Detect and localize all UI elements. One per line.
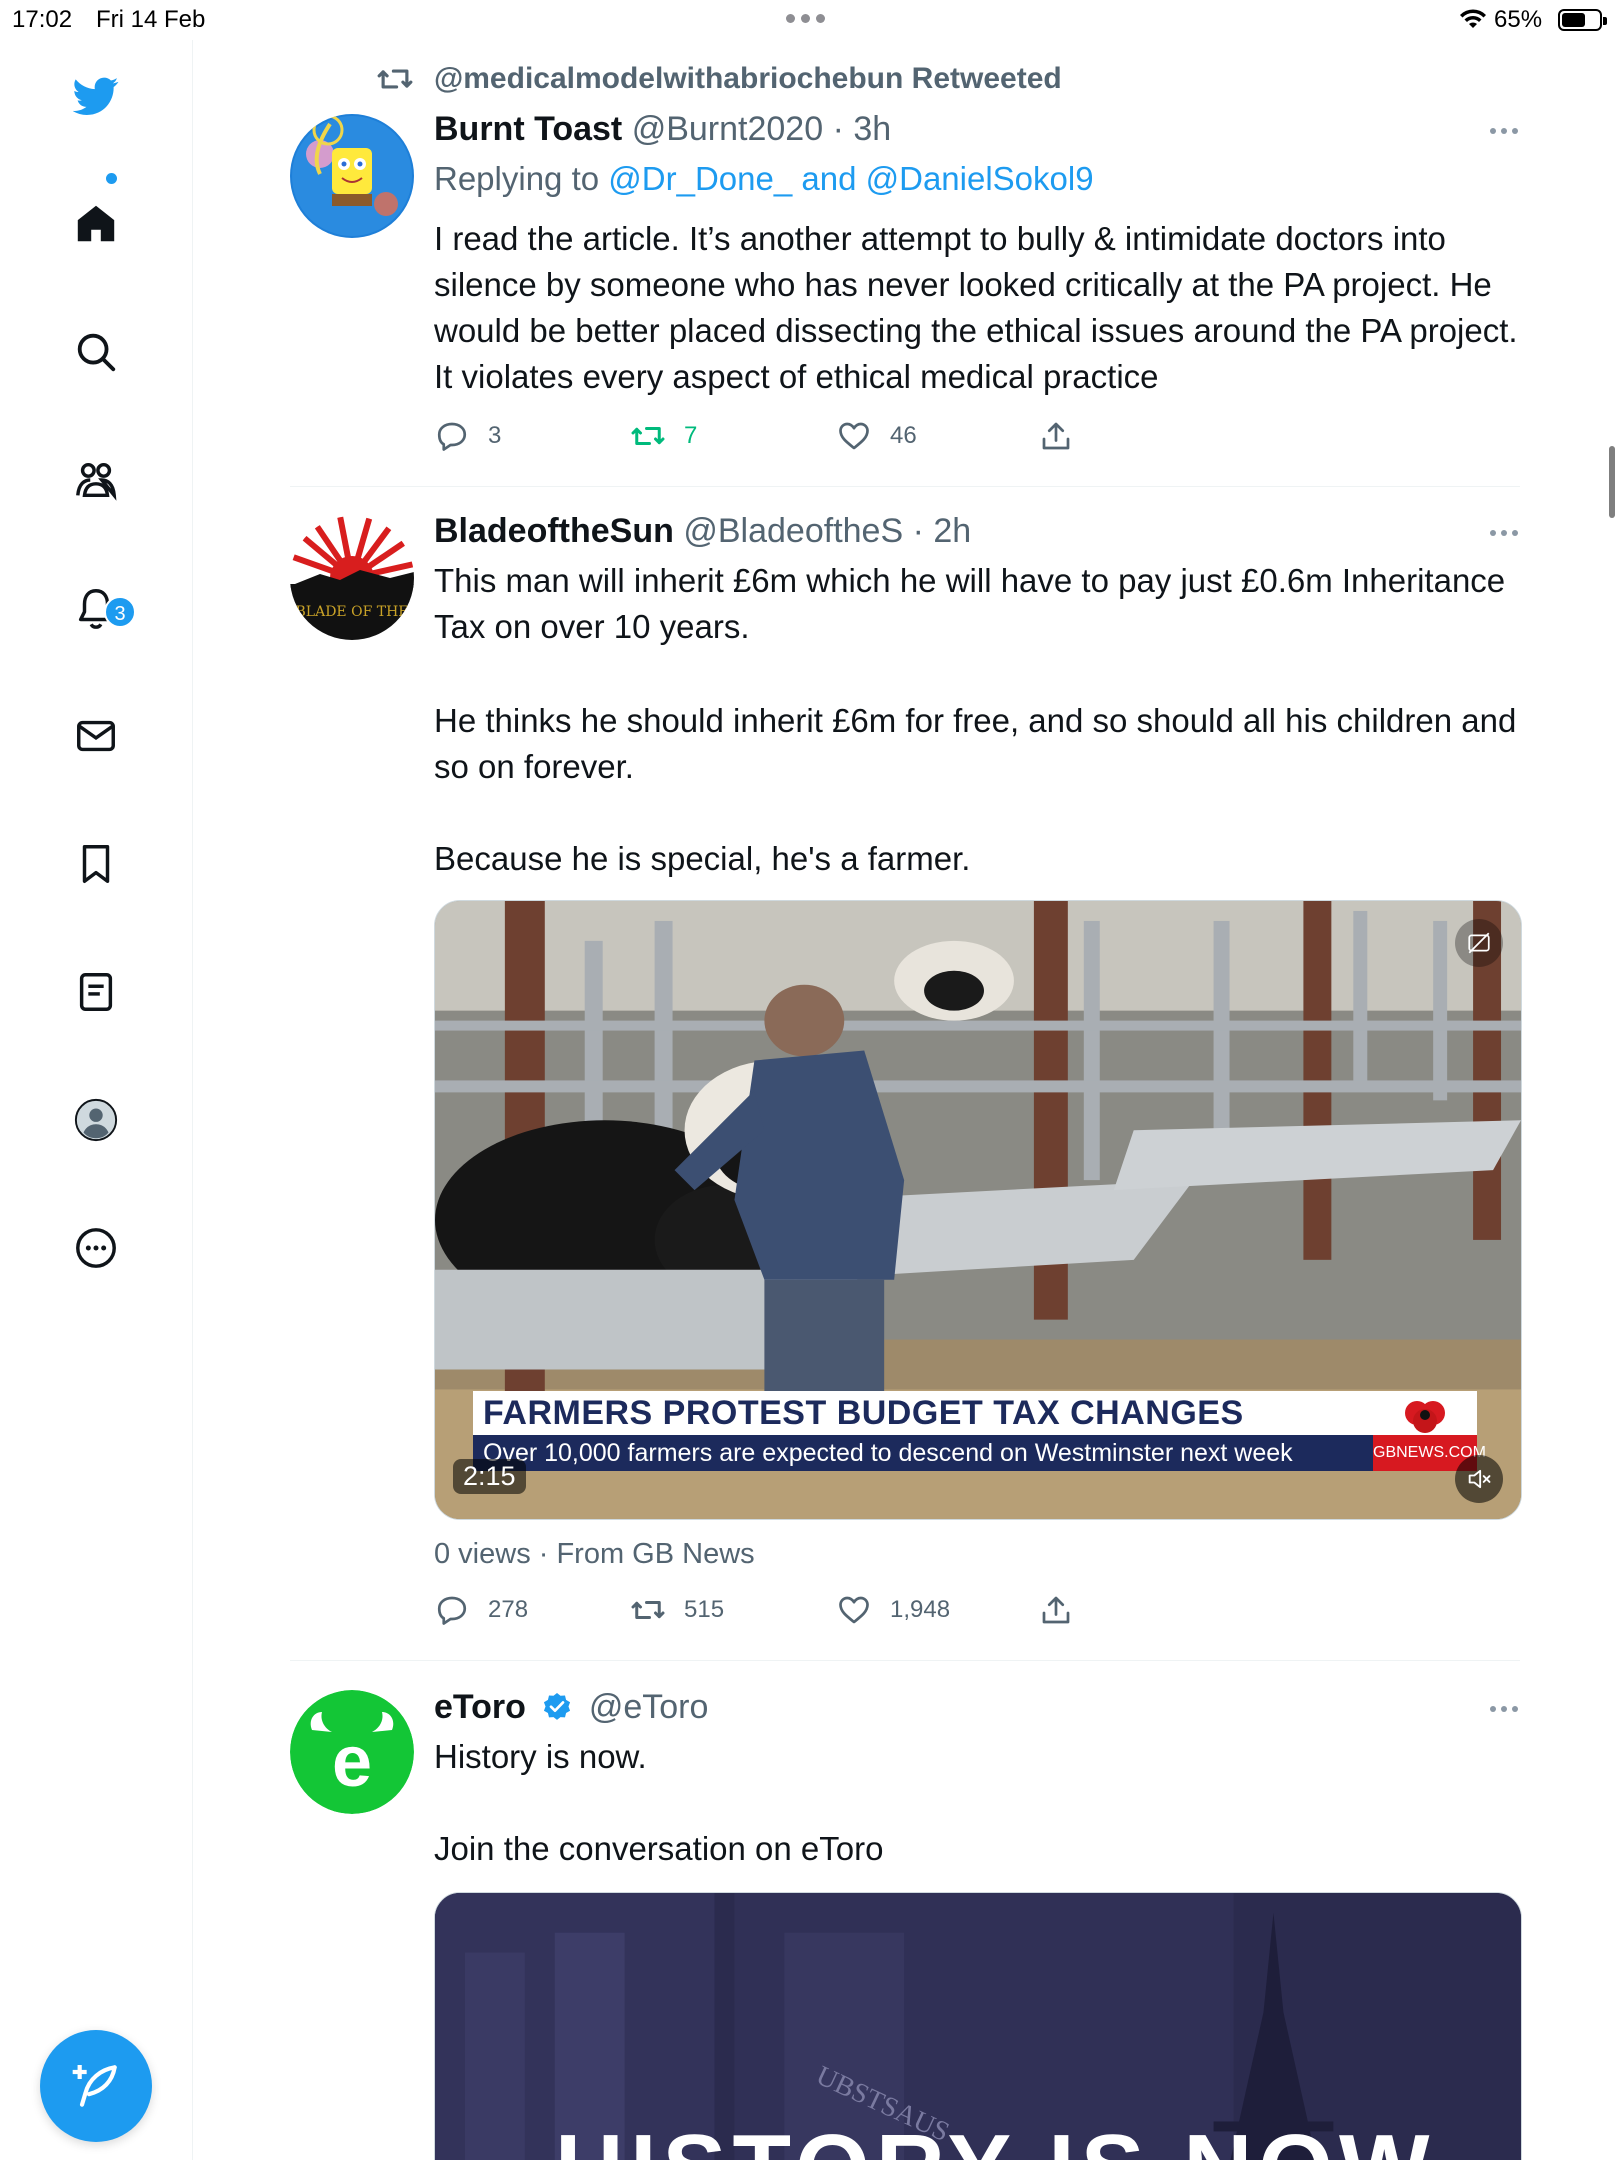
- status-bar: 17:02 Fri 14 Feb 65%: [0, 0, 1620, 40]
- battery-percent: 65%: [1494, 6, 1543, 33]
- like-count: 1,948: [890, 1596, 951, 1623]
- promoted-media[interactable]: UBSTSAUS HISTORY IS NOW: [434, 1892, 1522, 2160]
- video-subline: Over 10,000 farmers are expected to desc…: [473, 1435, 1373, 1471]
- tweet-more-icon[interactable]: [1490, 128, 1520, 134]
- status-date: Fri 14 Feb: [96, 6, 206, 33]
- status-time: 17:02: [12, 6, 73, 33]
- lists-icon[interactable]: [70, 966, 122, 1018]
- tweet-divider: [290, 1660, 1520, 1661]
- home-icon[interactable]: [70, 198, 122, 250]
- tweet-header: Burnt Toast @Burnt2020 · 3h: [434, 110, 891, 149]
- like-count: 46: [890, 422, 917, 449]
- promo-image: UBSTSAUS HISTORY IS NOW: [435, 1893, 1521, 2160]
- svg-text:e: e: [332, 1722, 372, 1802]
- battery-icon: [1558, 9, 1607, 31]
- replying-prefix: Replying to: [434, 160, 600, 197]
- more-icon[interactable]: [70, 1222, 122, 1274]
- mention-link[interactable]: @DanielSokol9: [866, 160, 1094, 197]
- bookmarks-icon[interactable]: [70, 838, 122, 890]
- share-button[interactable]: [1038, 418, 1074, 454]
- replying-to: Replying to @Dr_Done_ and @DanielSokol9: [434, 160, 1094, 198]
- compose-icon: [72, 2065, 117, 2107]
- avatar[interactable]: [290, 114, 414, 238]
- search-icon[interactable]: [70, 326, 122, 378]
- tweet-header: eToro @eToro: [434, 1688, 708, 1727]
- reply-count: 3: [488, 422, 502, 449]
- retweet-icon: [377, 69, 413, 89]
- messages-icon[interactable]: [70, 710, 122, 762]
- handle-time[interactable]: @BladeoftheS · 2h: [683, 512, 971, 550]
- tweet-more-icon[interactable]: [1490, 1706, 1520, 1712]
- tweet-divider: [290, 486, 1520, 487]
- captions-icon[interactable]: [1455, 919, 1503, 967]
- video-player[interactable]: FARMERS PROTEST BUDGET TAX CHANGES Over …: [434, 900, 1522, 1520]
- tweet-text: I read the article. It’s another attempt…: [434, 220, 1518, 395]
- display-name[interactable]: Burnt Toast: [434, 110, 622, 148]
- like-button[interactable]: 46: [836, 418, 917, 454]
- retweeted-by-label[interactable]: @medicalmodelwithabriochebun Retweeted: [434, 62, 1062, 96]
- mention-link[interactable]: @Dr_Done_: [608, 160, 792, 197]
- handle[interactable]: @eToro: [589, 1688, 709, 1726]
- notifications-badge: 3: [104, 596, 136, 628]
- poppy-icon: [1405, 1401, 1445, 1433]
- mute-toggle[interactable]: [1455, 1455, 1503, 1503]
- retweet-count: 515: [684, 1596, 725, 1623]
- sidebar-nav: 3: [0, 40, 193, 2160]
- heart-icon: [839, 1596, 869, 1624]
- heart-icon: [839, 422, 869, 450]
- reply-icon: [437, 1596, 467, 1625]
- tweet-header: BladeoftheSun @BladeoftheS · 2h: [434, 512, 971, 551]
- twitter-logo-icon[interactable]: [70, 70, 122, 122]
- handle-time[interactable]: @Burnt2020 · 3h: [632, 110, 891, 148]
- avatar-text: BLADE OF THE: [296, 604, 409, 620]
- video-duration: 2:15: [453, 1459, 526, 1494]
- tweet-text-paragraph: Join the conversation on eToro: [434, 1830, 884, 1867]
- display-name[interactable]: eToro: [434, 1688, 526, 1726]
- avatar[interactable]: e: [290, 1690, 414, 1814]
- video-headline: FARMERS PROTEST BUDGET TAX CHANGES: [473, 1391, 1373, 1435]
- muted-speaker-icon: [1468, 1469, 1491, 1489]
- wifi-icon: [1460, 9, 1486, 28]
- retweet-icon: [631, 1601, 665, 1619]
- views-source: 0 views · From GB News: [434, 1538, 755, 1570]
- reply-button[interactable]: 3: [434, 418, 501, 454]
- tweet-actions: 278 515 1,948: [434, 1592, 1134, 1632]
- retweet-button[interactable]: 515: [630, 1592, 724, 1628]
- tweet-text-paragraph: He thinks he should inherit £6m for free…: [434, 702, 1517, 785]
- share-icon: [1042, 1596, 1070, 1624]
- reply-count: 278: [488, 1596, 529, 1623]
- display-name[interactable]: BladeoftheSun: [434, 512, 674, 550]
- tweet-text-paragraph: This man will inherit £6m which he will …: [434, 562, 1506, 645]
- share-button[interactable]: [1038, 1592, 1074, 1628]
- home-unread-dot: [106, 173, 117, 184]
- multitasking-dots-icon[interactable]: [786, 14, 825, 23]
- compose-button[interactable]: [40, 2030, 152, 2142]
- retweet-icon: [631, 427, 665, 445]
- retweet-count: 7: [684, 422, 698, 449]
- tweet-more-icon[interactable]: [1490, 530, 1520, 536]
- profile-icon[interactable]: [70, 1094, 122, 1146]
- tweet-actions: 3 7 46: [434, 418, 1134, 458]
- tweet-text-paragraph: History is now.: [434, 1738, 647, 1775]
- verified-badge-icon: [544, 1693, 571, 1720]
- promo-headline: HISTORY IS NOW: [555, 2115, 1436, 2160]
- share-icon: [1042, 422, 1070, 450]
- gbnews-logo: GBNEWS.COM: [1373, 1391, 1486, 1471]
- tweet-text-paragraph: Because he is special, he's a farmer.: [434, 840, 971, 877]
- scrollbar[interactable]: [1609, 446, 1615, 518]
- reply-icon: [437, 422, 467, 451]
- reply-button[interactable]: 278: [434, 1592, 528, 1628]
- replying-and: and: [801, 160, 857, 197]
- like-button[interactable]: 1,948: [836, 1592, 950, 1628]
- retweet-context: @medicalmodelwithabriochebun Retweeted: [376, 60, 1062, 98]
- avatar[interactable]: BLADE OF THE: [290, 516, 414, 640]
- retweet-button[interactable]: 7: [630, 418, 697, 454]
- communities-icon[interactable]: [70, 454, 122, 506]
